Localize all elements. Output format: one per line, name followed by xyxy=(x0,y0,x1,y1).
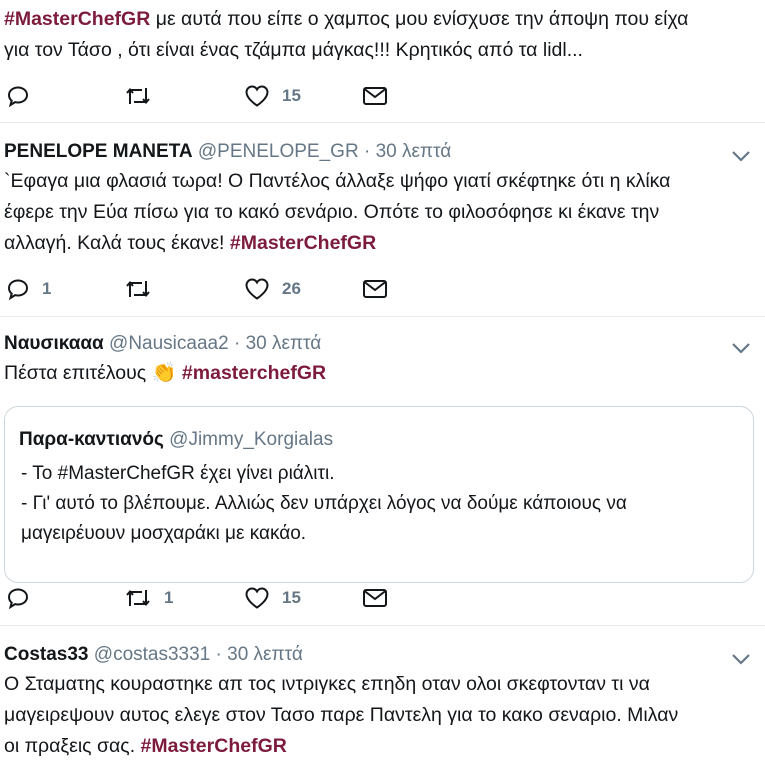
reply-button[interactable] xyxy=(6,81,30,111)
like-icon xyxy=(245,278,269,300)
quote-author-handle: @Jimmy_Korgialas xyxy=(169,429,334,450)
quote-text-line: - Γι' αυτό το βλέπουμε. Αλλιώς δεν υπάρχ… xyxy=(21,493,627,514)
chevron-down-icon[interactable] xyxy=(731,652,751,666)
author-handle[interactable]: @Nausicaaa2 xyxy=(109,333,229,354)
like-button[interactable]: 15 xyxy=(244,81,301,111)
message-icon xyxy=(363,87,387,105)
retweet-button[interactable] xyxy=(124,274,152,304)
author-handle[interactable]: @costas3331 xyxy=(94,644,210,665)
chevron-down-icon[interactable] xyxy=(731,341,751,355)
tweet-2[interactable]: PENELOPE MANETA @PENELOPE_GR · 30 λεπτά … xyxy=(0,123,765,317)
tweet-header: Costas33 @costas3331 · 30 λεπτά xyxy=(4,644,303,666)
like-count: 15 xyxy=(282,86,301,105)
message-button[interactable] xyxy=(362,274,388,304)
tweet-header: PENELOPE MANETA @PENELOPE_GR · 30 λεπτά xyxy=(4,141,451,163)
retweet-button[interactable]: 1 xyxy=(124,583,173,613)
author-name[interactable]: PENELOPE MANETA xyxy=(4,141,193,162)
message-icon xyxy=(363,589,387,607)
tweet-3[interactable]: Ναυσικααα @Nausicaaa2 · 30 λεπτά Πέστα ε… xyxy=(0,317,765,626)
quote-header: Παρα-καντιανός @Jimmy_Korgialas xyxy=(19,429,333,451)
hashtag-link[interactable]: #MasterChefGR xyxy=(141,735,287,757)
quoted-tweet[interactable]: Παρα-καντιανός @Jimmy_Korgialas - Το #Ma… xyxy=(4,406,754,583)
tweet-4[interactable]: Costas33 @costas3331 · 30 λεπτά Ο Σταματ… xyxy=(0,626,765,768)
tweet-actions: 1 26 xyxy=(0,274,500,304)
separator-dot: · xyxy=(215,644,222,665)
reply-icon xyxy=(7,86,29,108)
chevron-down-icon[interactable] xyxy=(731,149,751,163)
tweet-actions: 15 xyxy=(0,81,500,111)
reply-icon xyxy=(7,279,29,301)
quote-text-line: μαγειρέυουν μοσχαράκι με κακάο. xyxy=(21,523,307,544)
message-icon xyxy=(363,280,387,298)
tweet-header: Ναυσικααα @Nausicaaa2 · 30 λεπτά xyxy=(4,333,321,355)
reply-icon xyxy=(7,588,29,610)
separator-dot: · xyxy=(233,333,241,354)
reply-button[interactable] xyxy=(6,583,30,613)
hashtag-link[interactable]: #MasterChefGR xyxy=(230,232,376,254)
retweet-icon xyxy=(126,280,150,298)
timestamp[interactable]: 30 λεπτά xyxy=(376,141,452,162)
clapping-hands-icon: 👏 xyxy=(151,362,177,384)
tweet-actions: 1 15 xyxy=(0,583,500,613)
hashtag-link[interactable]: #MasterChefGR xyxy=(4,8,150,30)
message-button[interactable] xyxy=(362,81,388,111)
hashtag-link[interactable]: #masterchefGR xyxy=(182,362,326,384)
separator-dot: · xyxy=(363,141,371,162)
reply-button[interactable]: 1 xyxy=(6,274,51,304)
timestamp[interactable]: 30 λεπτά xyxy=(227,644,303,665)
like-count: 15 xyxy=(282,588,301,607)
retweet-button[interactable] xyxy=(124,81,152,111)
like-icon xyxy=(245,587,269,609)
like-count: 26 xyxy=(282,279,301,298)
like-icon xyxy=(245,85,269,107)
retweet-icon xyxy=(126,87,150,105)
tweet-text: `Εφαγα μια φλασιά τωρα! Ο Παντέλος άλλαξ… xyxy=(4,170,671,254)
message-button[interactable] xyxy=(362,583,388,613)
author-handle[interactable]: @PENELOPE_GR xyxy=(198,141,359,162)
tweet-text: #MasterChefGR με αυτά που είπε ο χαμπος … xyxy=(4,8,689,61)
author-name[interactable]: Costas33 xyxy=(4,644,89,665)
quote-text-line: - Το #MasterChefGR έχει γίνει ριάλιτι. xyxy=(21,463,335,484)
quote-author-name: Παρα-καντιανός xyxy=(19,429,164,450)
author-name[interactable]: Ναυσικααα xyxy=(4,333,104,354)
retweet-icon xyxy=(126,589,150,607)
like-button[interactable]: 26 xyxy=(244,274,301,304)
tweet-1[interactable]: #MasterChefGR με αυτά που είπε ο χαμπος … xyxy=(0,0,765,123)
tweet-text: Πέστα επιτέλους 👏 #masterchefGR xyxy=(4,358,754,389)
tweet-text: Ο Σταματης κουραστηκε απ τος ιντριγκες ε… xyxy=(4,673,679,757)
retweet-count: 1 xyxy=(164,588,174,607)
like-button[interactable]: 15 xyxy=(244,583,301,613)
reply-count: 1 xyxy=(42,279,52,298)
timestamp[interactable]: 30 λεπτά xyxy=(246,333,322,354)
